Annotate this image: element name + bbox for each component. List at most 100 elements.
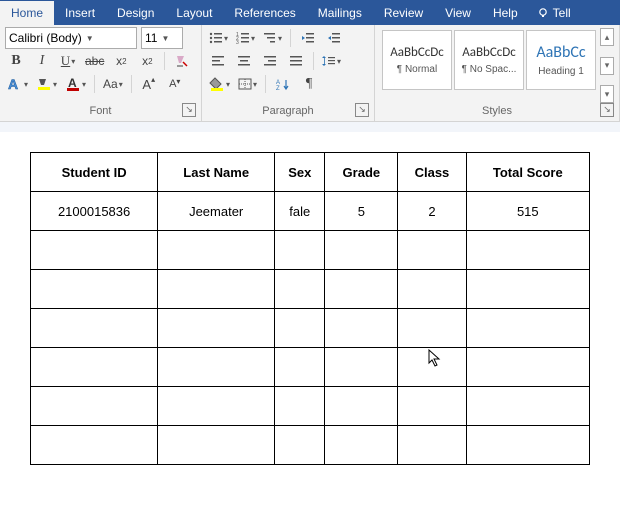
superscript-button[interactable]: x2 [136, 51, 158, 71]
bold-button[interactable]: B [5, 51, 27, 71]
numbering-button[interactable]: 123▾ [234, 28, 257, 48]
table-cell[interactable] [325, 270, 398, 309]
italic-button[interactable]: I [31, 51, 53, 71]
show-marks-button[interactable]: ¶ [298, 74, 320, 94]
clear-formatting-button[interactable] [171, 51, 193, 71]
table-cell[interactable] [325, 309, 398, 348]
table-cell[interactable] [398, 270, 466, 309]
table-cell[interactable] [398, 348, 466, 387]
table-cell[interactable] [466, 231, 589, 270]
subscript-button[interactable]: x2 [110, 51, 132, 71]
table-header[interactable]: Sex [275, 153, 325, 192]
tab-view[interactable]: View [434, 0, 482, 25]
table-cell[interactable] [325, 231, 398, 270]
gallery-more-button[interactable]: ▾ [600, 85, 614, 103]
student-table[interactable]: Student ID Last Name Sex Grade Class Tot… [30, 152, 590, 465]
line-spacing-button[interactable]: ▾ [320, 51, 343, 71]
table-cell[interactable] [398, 231, 466, 270]
table-header[interactable]: Last Name [158, 153, 275, 192]
table-header[interactable]: Student ID [31, 153, 158, 192]
table-cell[interactable] [158, 348, 275, 387]
table-cell[interactable] [31, 426, 158, 465]
font-color-button[interactable]: A▾ [63, 74, 88, 94]
gallery-up-button[interactable]: ▴ [600, 28, 614, 46]
table-cell[interactable] [466, 348, 589, 387]
table-cell[interactable] [325, 426, 398, 465]
borders-button[interactable]: ▾ [236, 74, 259, 94]
tab-review[interactable]: Review [373, 0, 434, 25]
table-cell[interactable]: 2 [398, 192, 466, 231]
tell-me[interactable]: Tell [529, 0, 579, 25]
table-cell[interactable] [275, 309, 325, 348]
table-cell[interactable] [158, 387, 275, 426]
table-cell[interactable] [398, 426, 466, 465]
style-no-spacing[interactable]: AaBbCcDc ¶ No Spac... [454, 30, 524, 90]
decrease-indent-button[interactable] [297, 28, 319, 48]
table-cell[interactable]: 5 [325, 192, 398, 231]
gallery-down-button[interactable]: ▾ [600, 57, 614, 75]
table-cell[interactable] [158, 426, 275, 465]
bullets-button[interactable]: ▾ [207, 28, 230, 48]
tab-help[interactable]: Help [482, 0, 529, 25]
table-cell[interactable]: 2100015836 [31, 192, 158, 231]
table-cell[interactable] [466, 309, 589, 348]
shrink-font-button[interactable]: A▾ [164, 74, 186, 94]
table-cell[interactable] [325, 348, 398, 387]
table-cell[interactable] [275, 387, 325, 426]
paragraph-dialog-launcher[interactable]: ↘ [355, 103, 369, 117]
table-cell[interactable] [466, 270, 589, 309]
tab-insert[interactable]: Insert [54, 0, 106, 25]
style-normal[interactable]: AaBbCcDc ¶ Normal [382, 30, 452, 90]
table-header[interactable]: Class [398, 153, 466, 192]
underline-button[interactable]: U▾ [57, 51, 79, 71]
table-cell[interactable] [158, 231, 275, 270]
align-right-button[interactable] [259, 51, 281, 71]
document-area[interactable]: Student ID Last Name Sex Grade Class Tot… [0, 122, 620, 511]
text-effects-button[interactable]: A▾ [5, 74, 30, 94]
table-cell[interactable] [398, 387, 466, 426]
align-left-button[interactable] [207, 51, 229, 71]
table-cell[interactable] [275, 270, 325, 309]
table-cell[interactable] [31, 348, 158, 387]
table-cell[interactable] [275, 426, 325, 465]
align-center-button[interactable] [233, 51, 255, 71]
table-cell[interactable]: Jeemater [158, 192, 275, 231]
table-cell[interactable] [158, 270, 275, 309]
table-cell[interactable] [325, 387, 398, 426]
table-cell[interactable] [466, 426, 589, 465]
multilevel-list-button[interactable]: ▾ [261, 28, 284, 48]
tab-references[interactable]: References [223, 0, 306, 25]
tab-mailings[interactable]: Mailings [307, 0, 373, 25]
table-header[interactable]: Grade [325, 153, 398, 192]
table-cell[interactable]: fale [275, 192, 325, 231]
font-name-value: Calibri (Body) [9, 31, 82, 45]
tab-design[interactable]: Design [106, 0, 165, 25]
table-cell[interactable] [275, 348, 325, 387]
style-heading-1[interactable]: AaBbCc Heading 1 [526, 30, 596, 90]
tab-layout[interactable]: Layout [165, 0, 223, 25]
increase-indent-button[interactable] [323, 28, 345, 48]
change-case-button[interactable]: Aa▾ [101, 74, 125, 94]
style-name-label: ¶ Normal [397, 64, 437, 75]
table-cell[interactable] [31, 270, 158, 309]
font-dialog-launcher[interactable]: ↘ [182, 103, 196, 117]
shading-button[interactable]: ▾ [207, 74, 232, 94]
strikethrough-button[interactable]: abc [83, 51, 106, 71]
font-size-combo[interactable]: 11▼ [141, 27, 183, 49]
table-cell[interactable] [398, 309, 466, 348]
sort-button[interactable]: AZ [272, 74, 294, 94]
grow-font-button[interactable]: A▴ [138, 74, 160, 94]
table-cell[interactable] [158, 309, 275, 348]
styles-dialog-launcher[interactable]: ↘ [600, 103, 614, 117]
font-name-combo[interactable]: Calibri (Body)▼ [5, 27, 137, 49]
table-cell[interactable]: 515 [466, 192, 589, 231]
tab-home[interactable]: Home [0, 0, 54, 25]
table-cell[interactable] [31, 387, 158, 426]
table-cell[interactable] [31, 231, 158, 270]
table-cell[interactable] [466, 387, 589, 426]
highlight-button[interactable]: ▾ [34, 74, 59, 94]
table-cell[interactable] [31, 309, 158, 348]
justify-button[interactable] [285, 51, 307, 71]
table-header[interactable]: Total Score [466, 153, 589, 192]
table-cell[interactable] [275, 231, 325, 270]
